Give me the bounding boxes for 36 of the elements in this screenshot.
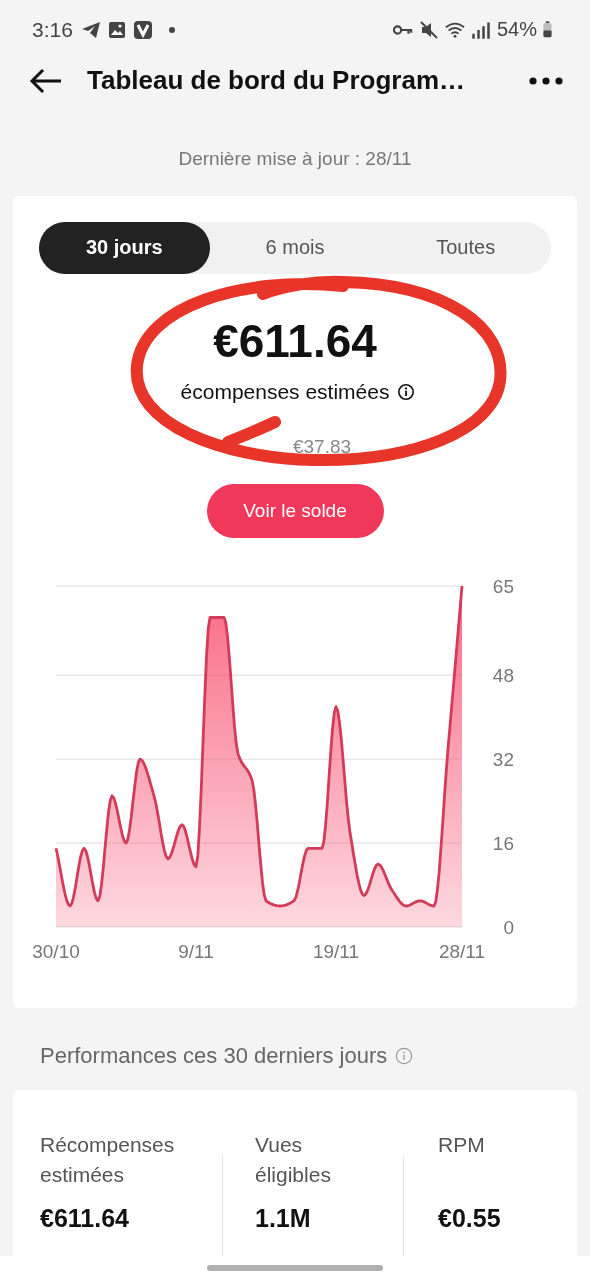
stat-value: €0.55 <box>438 1204 501 1234</box>
mute-icon <box>418 19 439 40</box>
y-axis-label: 16 <box>492 832 514 854</box>
battery-percent: 54% <box>496 18 537 41</box>
status-time: 3:16 <box>32 17 73 42</box>
battery-icon <box>543 21 552 38</box>
period-tab[interactable]: 30 jours <box>39 221 210 274</box>
stat-label: Vues éligibles <box>255 1132 332 1189</box>
y-axis-label: 32 <box>492 748 514 770</box>
app-badge-icon <box>132 19 153 40</box>
period-tab[interactable]: 6 mois <box>209 221 381 274</box>
stat-value: 1.1M <box>255 1204 312 1234</box>
page-title: Tableau de bord du Program… <box>87 65 466 97</box>
x-axis-label: 19/11 <box>312 940 360 962</box>
stat-label: RPM <box>438 1132 486 1159</box>
yesterday-amount: €37.83 <box>291 435 353 458</box>
more-options-icon[interactable] <box>529 76 563 85</box>
x-axis-label: 9/11 <box>178 940 214 962</box>
send-icon <box>80 19 101 40</box>
y-axis-label: 0 <box>503 916 514 938</box>
section-title: Performances ces 30 derniers jours <box>40 1043 388 1070</box>
y-axis-label: 65 <box>492 575 514 597</box>
y-axis-label: 48 <box>492 665 514 686</box>
stat-label: Récompenses estimées <box>40 1132 176 1189</box>
x-axis-label: 30/10 <box>32 940 80 962</box>
period-tab[interactable]: Toutes <box>380 221 551 274</box>
stat-value: €611.64 <box>40 1204 130 1234</box>
last-updated: Dernière mise à jour : 28/11 <box>177 147 413 170</box>
dot-icon <box>168 26 175 33</box>
back-arrow-icon[interactable] <box>29 67 63 94</box>
total-amount: €611.64 <box>212 313 378 368</box>
amount-label: écompenses estimées <box>180 379 390 404</box>
view-balance-button[interactable]: Voir le solde <box>206 483 384 538</box>
image-icon <box>106 19 127 40</box>
info-icon[interactable] <box>397 382 416 401</box>
x-axis-label: 28/11 <box>438 940 486 962</box>
